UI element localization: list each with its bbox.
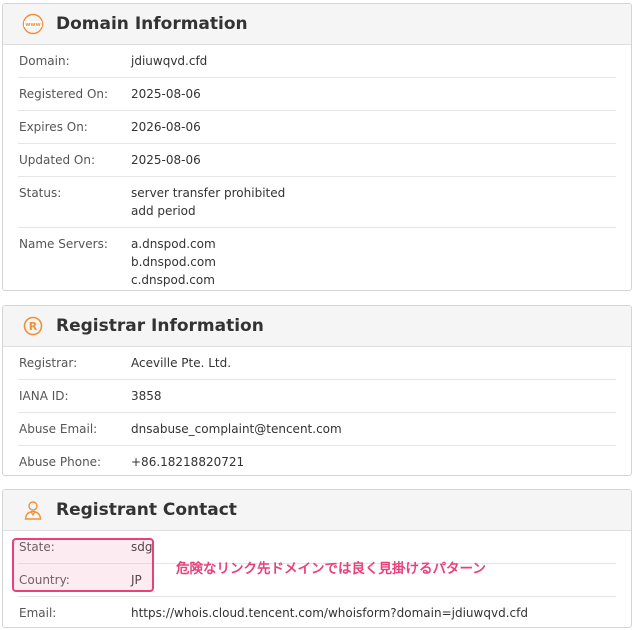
field-value-line: a.dnspod.com xyxy=(131,237,216,251)
field-label: Abuse Email: xyxy=(19,422,98,436)
svg-text:R: R xyxy=(29,320,38,333)
info-rows: Registrar: Aceville Pte. Ltd. IANA ID: 3858… xyxy=(3,347,631,475)
field-value-line: 3858 xyxy=(131,389,162,403)
field-label: Email: xyxy=(19,606,57,620)
field-value-line: dnsabuse_complaint@tencent.com xyxy=(131,422,342,436)
field-value: dnsabuse_complaint@tencent.com xyxy=(131,420,342,438)
card-header: R Registrar Information xyxy=(3,306,631,347)
registrar-info-row: Registrar: Aceville Pte. Ltd. xyxy=(18,347,616,380)
field-value-line: b.dnspod.com xyxy=(131,255,216,269)
field-value: 3858 xyxy=(131,387,162,405)
registrar-info-row: Abuse Phone: +86.18218820721 xyxy=(18,446,616,475)
domain-info-row: Updated On: 2025-08-06 xyxy=(18,144,616,177)
field-value: Aceville Pte. Ltd. xyxy=(131,354,231,372)
registrar-information-card: R Registrar Information Registrar: Acevil… xyxy=(2,305,632,476)
domain-info-row: Status: server transfer prohibited add per… xyxy=(18,177,616,228)
field-value-line: https://whois.cloud.tencent.com/whoisfor… xyxy=(131,606,528,620)
field-label: Domain: xyxy=(19,54,70,68)
field-value-line: jdiuwqvd.cfd xyxy=(131,54,208,68)
person-contact-icon xyxy=(21,498,45,522)
field-label: Registrar: xyxy=(19,356,78,370)
svg-text:www: www xyxy=(25,22,41,28)
card-title: Registrant Contact xyxy=(56,500,237,520)
info-rows: Domain: jdiuwqvd.cfd Registered On: 2025-08… xyxy=(3,45,631,290)
field-value: 2025-08-06 xyxy=(131,151,201,169)
card-title: Registrar Information xyxy=(56,316,264,336)
highlight-box xyxy=(12,538,154,592)
domain-info-row: Name Servers: a.dnspod.com b.dnspod.com c.d… xyxy=(18,228,616,290)
registrar-info-row: Abuse Email: dnsabuse_complaint@tencent.c… xyxy=(18,413,616,446)
field-value: +86.18218820721 xyxy=(131,453,244,471)
registered-mark-icon: R xyxy=(21,314,45,338)
field-value: https://whois.cloud.tencent.com/whoisfor… xyxy=(131,604,528,622)
field-label: Status: xyxy=(19,186,62,200)
field-value-line: server transfer prohibited xyxy=(131,186,286,200)
field-value-line: +86.18218820721 xyxy=(131,455,245,469)
domain-info-row: Domain: jdiuwqvd.cfd xyxy=(18,45,616,78)
domain-information-card: www Domain Information Domain: jdiuwqvd.c… xyxy=(2,3,632,291)
field-value-line: 2026-08-06 xyxy=(131,120,201,134)
field-value-line: Aceville Pte. Ltd. xyxy=(131,356,232,370)
field-label: IANA ID: xyxy=(19,389,69,403)
registrant-contact-row: Email: https://whois.cloud.tencent.com/wh… xyxy=(18,597,616,627)
field-value: 2025-08-06 xyxy=(131,85,201,103)
card-title: Domain Information xyxy=(56,14,248,34)
field-value: server transfer prohibited add period xyxy=(131,184,285,220)
field-value-line: 2025-08-06 xyxy=(131,153,201,167)
field-value: jdiuwqvd.cfd xyxy=(131,52,207,70)
domain-info-row: Expires On: 2026-08-06 xyxy=(18,111,616,144)
field-label: Abuse Phone: xyxy=(19,455,102,469)
registrar-info-row: IANA ID: 3858 xyxy=(18,380,616,413)
field-label: Registered On: xyxy=(19,87,109,101)
field-value: 2026-08-06 xyxy=(131,118,201,136)
domain-info-row: Registered On: 2025-08-06 xyxy=(18,78,616,111)
card-header: www Domain Information xyxy=(3,4,631,45)
www-globe-icon: www xyxy=(21,12,45,36)
field-label: Expires On: xyxy=(19,120,88,134)
field-value: a.dnspod.com b.dnspod.com c.dnspod.com xyxy=(131,235,216,289)
field-label: Updated On: xyxy=(19,153,95,167)
field-value-line: add period xyxy=(131,204,196,218)
card-header: Registrant Contact xyxy=(3,490,631,531)
field-label: Name Servers: xyxy=(19,237,108,251)
field-value-line: c.dnspod.com xyxy=(131,273,215,287)
annotation-text: 危険なリンク先ドメインでは良く見掛けるパターン xyxy=(176,561,486,577)
field-value-line: 2025-08-06 xyxy=(131,87,201,101)
